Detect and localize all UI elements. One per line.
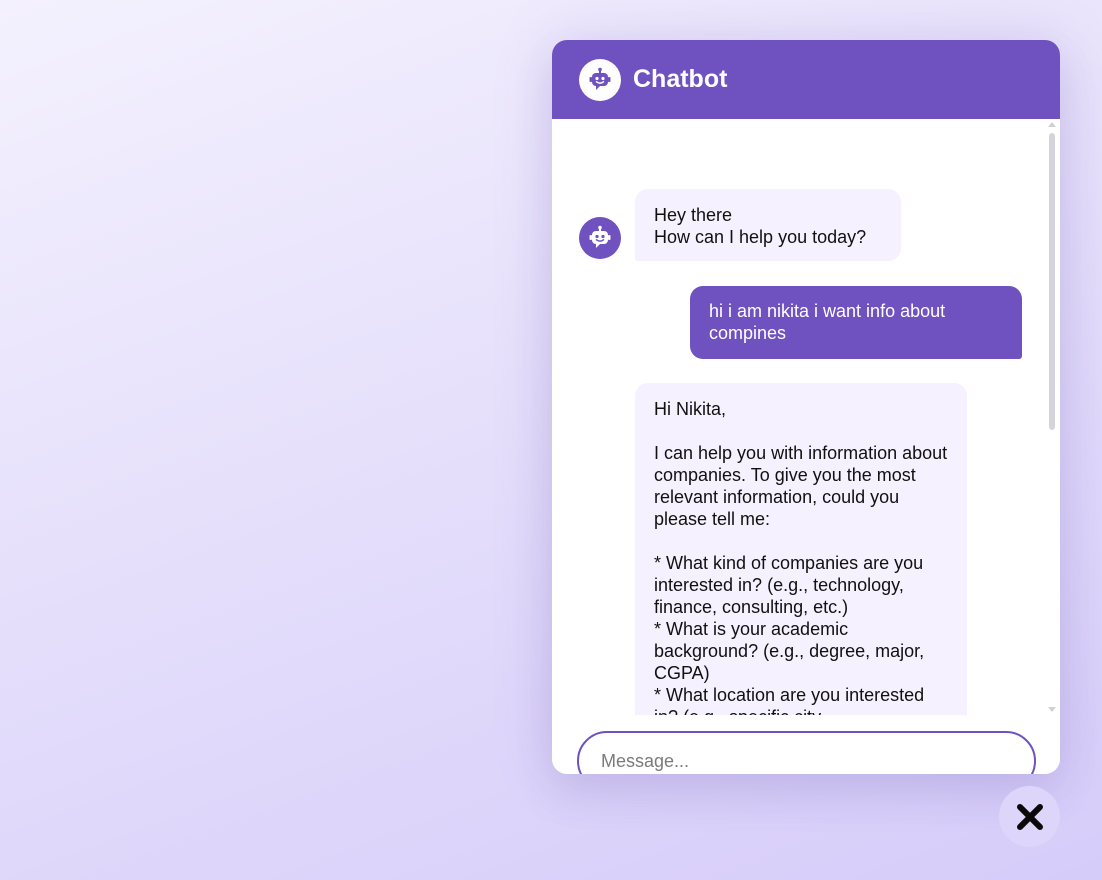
scroll-thumb[interactable] — [1049, 133, 1055, 430]
scroll-up-arrow-icon[interactable] — [1048, 122, 1056, 127]
message-input[interactable] — [577, 731, 1036, 774]
close-icon — [1016, 803, 1043, 830]
scroll-down-arrow-icon[interactable] — [1048, 707, 1056, 712]
bot-message: Hi Nikita, I can help you with informati… — [635, 383, 967, 715]
robot-icon — [579, 217, 621, 259]
robot-icon — [579, 58, 621, 101]
message-list[interactable]: Hey there How can I help you today? hi i… — [552, 119, 1060, 715]
bot-message: Hey there How can I help you today? — [635, 189, 901, 261]
user-message: hi i am nikita i want info about compine… — [690, 286, 1022, 359]
chat-window: Chatbot Hey there How can I help you tod… — [552, 40, 1060, 774]
close-chat-button[interactable] — [999, 786, 1060, 847]
chat-title: Chatbot — [633, 65, 728, 93]
message-scrollbar[interactable] — [1047, 119, 1057, 715]
chat-footer — [552, 715, 1060, 774]
chat-header: Chatbot — [552, 40, 1060, 119]
